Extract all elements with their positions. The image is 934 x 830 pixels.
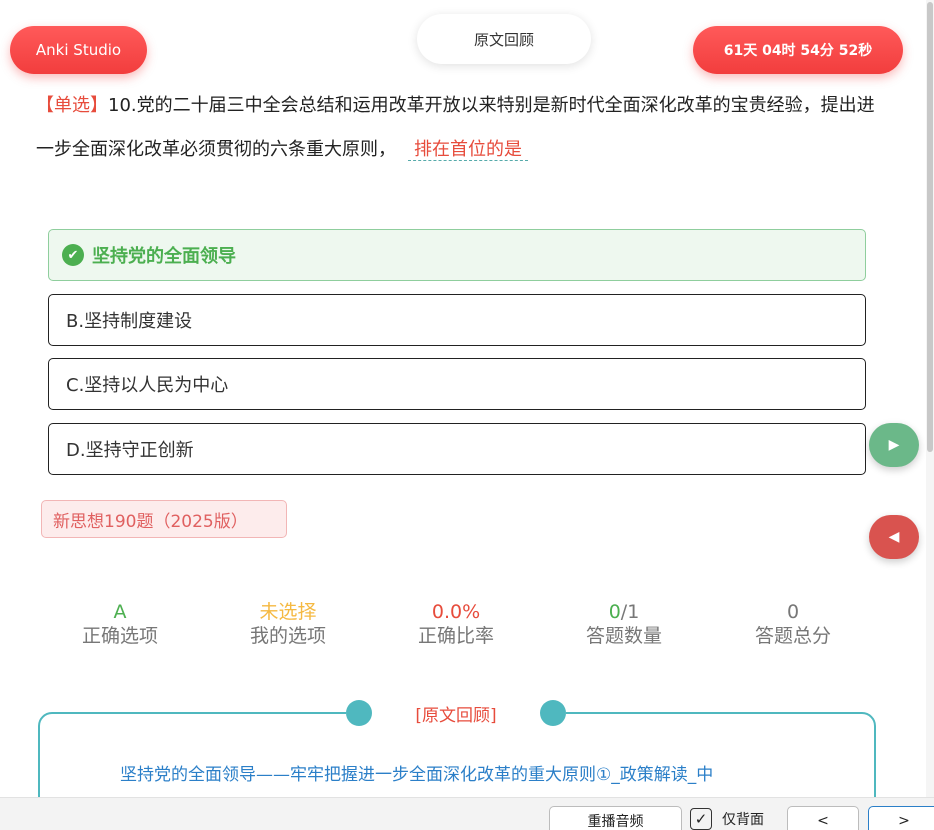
next-card-button[interactable]: ▶	[869, 423, 919, 467]
teal-dot-icon	[346, 700, 372, 726]
stat-answered-label: 答题数量	[585, 625, 662, 647]
stat-total: 0 答题总分	[733, 600, 853, 648]
play-right-icon: ▶	[888, 437, 900, 453]
countdown-timer: 61天 04时 54分 52秒	[693, 26, 903, 74]
question-type-tag: 【单选】	[36, 95, 108, 116]
review-original-button[interactable]: 原文回顾	[417, 14, 591, 64]
option-b[interactable]: B.坚持制度建设	[48, 294, 866, 346]
stat-my-option: 未选择 我的选项	[228, 600, 348, 648]
option-a-label: 坚持党的全面领导	[92, 246, 236, 267]
previous-card-button[interactable]: ◀	[869, 515, 919, 559]
option-a[interactable]: ✔ 坚持党的全面领导	[48, 229, 866, 281]
option-c-label: C.坚持以人民为中心	[66, 375, 229, 396]
check-circle-icon: ✔	[62, 244, 84, 266]
scrollbar-thumb[interactable]	[927, 2, 933, 452]
stat-answered-value: 0/1	[564, 600, 684, 624]
stat-my-option-label: 我的选项	[249, 625, 326, 647]
bottom-toolbar: 重播音频 < >	[0, 797, 934, 830]
review-panel-title: [原文回顾]	[415, 705, 497, 726]
review-panel-header: [原文回顾]	[346, 700, 566, 726]
stat-correct-option-value: A	[113, 601, 127, 623]
question-blank: 排在首位的是	[408, 139, 528, 161]
source-tag: 新思想190题（2025版）	[41, 500, 287, 538]
option-d[interactable]: D.坚持守正创新	[48, 423, 866, 475]
stat-my-option-value: 未选择	[259, 601, 317, 623]
stat-correct-option-label: 正确选项	[81, 625, 158, 647]
stat-accuracy-value: 0.0%	[431, 601, 481, 623]
next-button[interactable]: >	[868, 806, 934, 830]
stat-total-label: 答题总分	[754, 625, 831, 647]
review-source-link[interactable]: 坚持党的全面领导——牢牢把握进一步全面深化改革的重大原则①_政策解读_中	[120, 760, 713, 785]
option-d-label: D.坚持守正创新	[66, 440, 194, 461]
replay-audio-button[interactable]: 重播音频	[549, 806, 682, 830]
back-only-toggle[interactable]: ✓ 仅背面	[690, 808, 764, 830]
stat-correct-option: A 正确选项	[60, 600, 180, 648]
option-c[interactable]: C.坚持以人民为中心	[48, 358, 866, 410]
stat-accuracy-label: 正确比率	[417, 625, 494, 647]
question-text: 【单选】10.党的二十届三中全会总结和运用改革开放以来特别是新时代全面深化改革的…	[36, 84, 876, 172]
play-left-icon: ◀	[888, 529, 900, 545]
scrollbar[interactable]	[926, 0, 934, 797]
teal-dot-icon	[539, 700, 566, 726]
option-b-label: B.坚持制度建设	[66, 311, 193, 332]
checkbox-checked-icon[interactable]: ✓	[690, 808, 712, 830]
stat-answered: 0/1 答题数量	[564, 600, 684, 648]
stat-accuracy: 0.0% 正确比率	[396, 600, 516, 648]
stat-total-value: 0	[786, 601, 800, 623]
stat-answered-total: /1	[620, 601, 640, 623]
prev-button[interactable]: <	[787, 806, 859, 830]
stat-answered-done: 0	[608, 601, 621, 623]
brand-badge: Anki Studio	[10, 26, 147, 74]
back-only-label: 仅背面	[722, 812, 764, 828]
